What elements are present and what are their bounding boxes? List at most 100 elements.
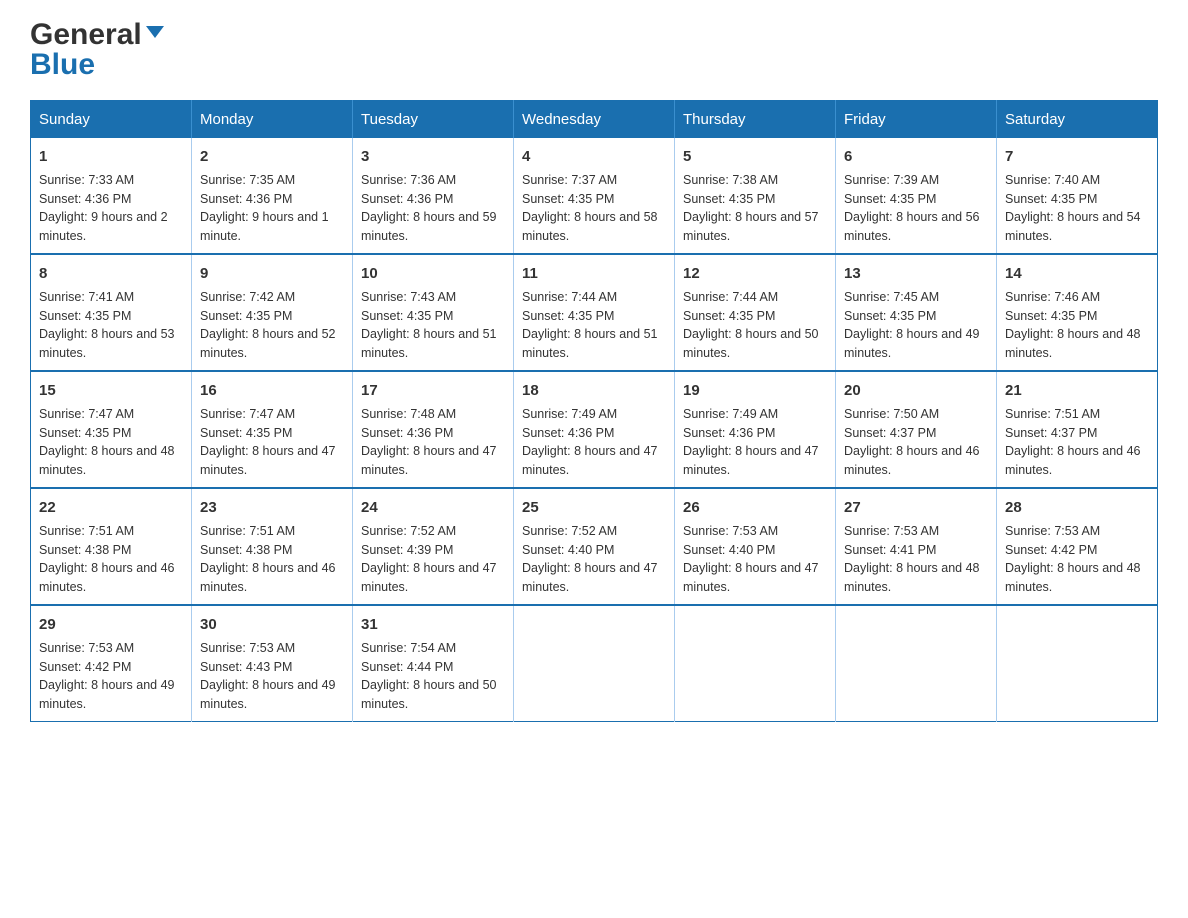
day-number: 22 bbox=[39, 497, 183, 518]
day-sunrise: Sunrise: 7:45 AM bbox=[844, 290, 939, 304]
day-daylight: Daylight: 8 hours and 47 minutes. bbox=[522, 561, 658, 594]
calendar-cell bbox=[675, 605, 836, 722]
logo: General Blue bbox=[30, 20, 164, 80]
day-daylight: Daylight: 8 hours and 46 minutes. bbox=[1005, 444, 1141, 477]
day-sunrise: Sunrise: 7:44 AM bbox=[522, 290, 617, 304]
day-sunset: Sunset: 4:36 PM bbox=[522, 426, 614, 440]
calendar-cell: 5Sunrise: 7:38 AMSunset: 4:35 PMDaylight… bbox=[675, 138, 836, 254]
calendar-cell: 23 Sunrise: 7:51 AM Sunset: 4:38 PM Dayligh… bbox=[192, 488, 353, 605]
day-daylight: Daylight: 8 hours and 56 minutes. bbox=[844, 210, 980, 243]
day-sunrise: Sunrise: 7:50 AM bbox=[844, 407, 939, 421]
calendar-cell: 19Sunrise: 7:49 AMSunset: 4:36 PMDayligh… bbox=[675, 371, 836, 488]
day-daylight: Daylight: 9 hours and 1 minute. bbox=[200, 210, 329, 243]
day-sunrise: Sunrise: 7:48 AM bbox=[361, 407, 456, 421]
day-sunset: Sunset: 4:38 PM bbox=[200, 543, 292, 557]
day-daylight: Daylight: 8 hours and 59 minutes. bbox=[361, 210, 497, 243]
calendar-cell: 10Sunrise: 7:43 AMSunset: 4:35 PMDayligh… bbox=[353, 254, 514, 371]
day-daylight: Daylight: 8 hours and 49 minutes. bbox=[200, 678, 336, 711]
calendar-cell: 2 Sunrise: 7:35 AM Sunset: 4:36 PM Daylight… bbox=[192, 138, 353, 254]
day-number: 30 bbox=[200, 614, 344, 635]
day-sunset: Sunset: 4:35 PM bbox=[683, 309, 775, 323]
day-sunset: Sunset: 4:37 PM bbox=[1005, 426, 1097, 440]
day-number: 19 bbox=[683, 380, 827, 401]
calendar-cell: 27Sunrise: 7:53 AMSunset: 4:41 PMDayligh… bbox=[836, 488, 997, 605]
day-daylight: Daylight: 9 hours and 2 minutes. bbox=[39, 210, 168, 243]
calendar-cell: 3Sunrise: 7:36 AMSunset: 4:36 PMDaylight… bbox=[353, 138, 514, 254]
day-sunrise: Sunrise: 7:33 AM bbox=[39, 173, 134, 187]
day-sunrise: Sunrise: 7:36 AM bbox=[361, 173, 456, 187]
day-sunrise: Sunrise: 7:53 AM bbox=[39, 641, 134, 655]
header-wednesday: Wednesday bbox=[514, 101, 675, 139]
day-sunrise: Sunrise: 7:42 AM bbox=[200, 290, 295, 304]
day-daylight: Daylight: 8 hours and 48 minutes. bbox=[844, 561, 980, 594]
day-sunrise: Sunrise: 7:47 AM bbox=[39, 407, 134, 421]
page-header: General Blue bbox=[30, 20, 1158, 80]
day-sunrise: Sunrise: 7:54 AM bbox=[361, 641, 456, 655]
calendar-cell: 4Sunrise: 7:37 AMSunset: 4:35 PMDaylight… bbox=[514, 138, 675, 254]
day-sunset: Sunset: 4:44 PM bbox=[361, 660, 453, 674]
day-sunset: Sunset: 4:42 PM bbox=[1005, 543, 1097, 557]
day-number: 13 bbox=[844, 263, 988, 284]
day-daylight: Daylight: 8 hours and 46 minutes. bbox=[39, 561, 175, 594]
calendar-cell bbox=[997, 605, 1158, 722]
day-sunrise: Sunrise: 7:51 AM bbox=[39, 524, 134, 538]
day-number: 8 bbox=[39, 263, 183, 284]
calendar-cell bbox=[836, 605, 997, 722]
day-sunset: Sunset: 4:36 PM bbox=[200, 192, 292, 206]
day-daylight: Daylight: 8 hours and 46 minutes. bbox=[200, 561, 336, 594]
day-number: 18 bbox=[522, 380, 666, 401]
header-thursday: Thursday bbox=[675, 101, 836, 139]
day-number: 23 bbox=[200, 497, 344, 518]
calendar-cell: 16Sunrise: 7:47 AMSunset: 4:35 PMDayligh… bbox=[192, 371, 353, 488]
day-daylight: Daylight: 8 hours and 52 minutes. bbox=[200, 327, 336, 360]
day-number: 21 bbox=[1005, 380, 1149, 401]
calendar-cell: 14Sunrise: 7:46 AMSunset: 4:35 PMDayligh… bbox=[997, 254, 1158, 371]
day-sunrise: Sunrise: 7:38 AM bbox=[683, 173, 778, 187]
calendar-cell: 17Sunrise: 7:48 AMSunset: 4:36 PMDayligh… bbox=[353, 371, 514, 488]
day-daylight: Daylight: 8 hours and 48 minutes. bbox=[1005, 327, 1141, 360]
day-sunrise: Sunrise: 7:52 AM bbox=[522, 524, 617, 538]
day-number: 5 bbox=[683, 146, 827, 167]
calendar-cell bbox=[514, 605, 675, 722]
day-sunrise: Sunrise: 7:44 AM bbox=[683, 290, 778, 304]
day-sunset: Sunset: 4:43 PM bbox=[200, 660, 292, 674]
calendar-table: SundayMondayTuesdayWednesdayThursdayFrid… bbox=[30, 100, 1158, 722]
day-sunset: Sunset: 4:35 PM bbox=[683, 192, 775, 206]
day-number: 20 bbox=[844, 380, 988, 401]
calendar-week-1: 1Sunrise: 7:33 AMSunset: 4:36 PMDaylight… bbox=[31, 138, 1158, 254]
day-daylight: Daylight: 8 hours and 50 minutes. bbox=[683, 327, 819, 360]
day-number: 15 bbox=[39, 380, 183, 401]
day-sunset: Sunset: 4:35 PM bbox=[522, 309, 614, 323]
day-sunrise: Sunrise: 7:47 AM bbox=[200, 407, 295, 421]
day-daylight: Daylight: 8 hours and 50 minutes. bbox=[361, 678, 497, 711]
calendar-cell: 12Sunrise: 7:44 AMSunset: 4:35 PMDayligh… bbox=[675, 254, 836, 371]
day-daylight: Daylight: 8 hours and 47 minutes. bbox=[361, 444, 497, 477]
calendar-week-2: 8Sunrise: 7:41 AMSunset: 4:35 PMDaylight… bbox=[31, 254, 1158, 371]
day-number: 2 bbox=[200, 146, 344, 167]
day-sunrise: Sunrise: 7:53 AM bbox=[844, 524, 939, 538]
calendar-cell: 28Sunrise: 7:53 AMSunset: 4:42 PMDayligh… bbox=[997, 488, 1158, 605]
day-number: 24 bbox=[361, 497, 505, 518]
day-number: 17 bbox=[361, 380, 505, 401]
day-sunset: Sunset: 4:35 PM bbox=[200, 426, 292, 440]
day-daylight: Daylight: 8 hours and 54 minutes. bbox=[1005, 210, 1141, 243]
calendar-cell: 6Sunrise: 7:39 AMSunset: 4:35 PMDaylight… bbox=[836, 138, 997, 254]
day-sunset: Sunset: 4:35 PM bbox=[39, 309, 131, 323]
day-sunset: Sunset: 4:38 PM bbox=[39, 543, 131, 557]
calendar-cell: 22 Sunrise: 7:51 AM Sunset: 4:38 PM Dayligh… bbox=[31, 488, 192, 605]
day-sunset: Sunset: 4:35 PM bbox=[844, 192, 936, 206]
day-sunrise: Sunrise: 7:51 AM bbox=[200, 524, 295, 538]
calendar-cell: 24Sunrise: 7:52 AMSunset: 4:39 PMDayligh… bbox=[353, 488, 514, 605]
day-sunset: Sunset: 4:35 PM bbox=[844, 309, 936, 323]
day-daylight: Daylight: 8 hours and 46 minutes. bbox=[844, 444, 980, 477]
day-sunrise: Sunrise: 7:52 AM bbox=[361, 524, 456, 538]
day-sunrise: Sunrise: 7:49 AM bbox=[522, 407, 617, 421]
calendar-cell: 7Sunrise: 7:40 AMSunset: 4:35 PMDaylight… bbox=[997, 138, 1158, 254]
calendar-cell: 18Sunrise: 7:49 AMSunset: 4:36 PMDayligh… bbox=[514, 371, 675, 488]
calendar-week-5: 29Sunrise: 7:53 AMSunset: 4:42 PMDayligh… bbox=[31, 605, 1158, 722]
day-number: 16 bbox=[200, 380, 344, 401]
day-daylight: Daylight: 8 hours and 53 minutes. bbox=[39, 327, 175, 360]
day-sunrise: Sunrise: 7:35 AM bbox=[200, 173, 295, 187]
day-number: 7 bbox=[1005, 146, 1149, 167]
day-sunset: Sunset: 4:41 PM bbox=[844, 543, 936, 557]
